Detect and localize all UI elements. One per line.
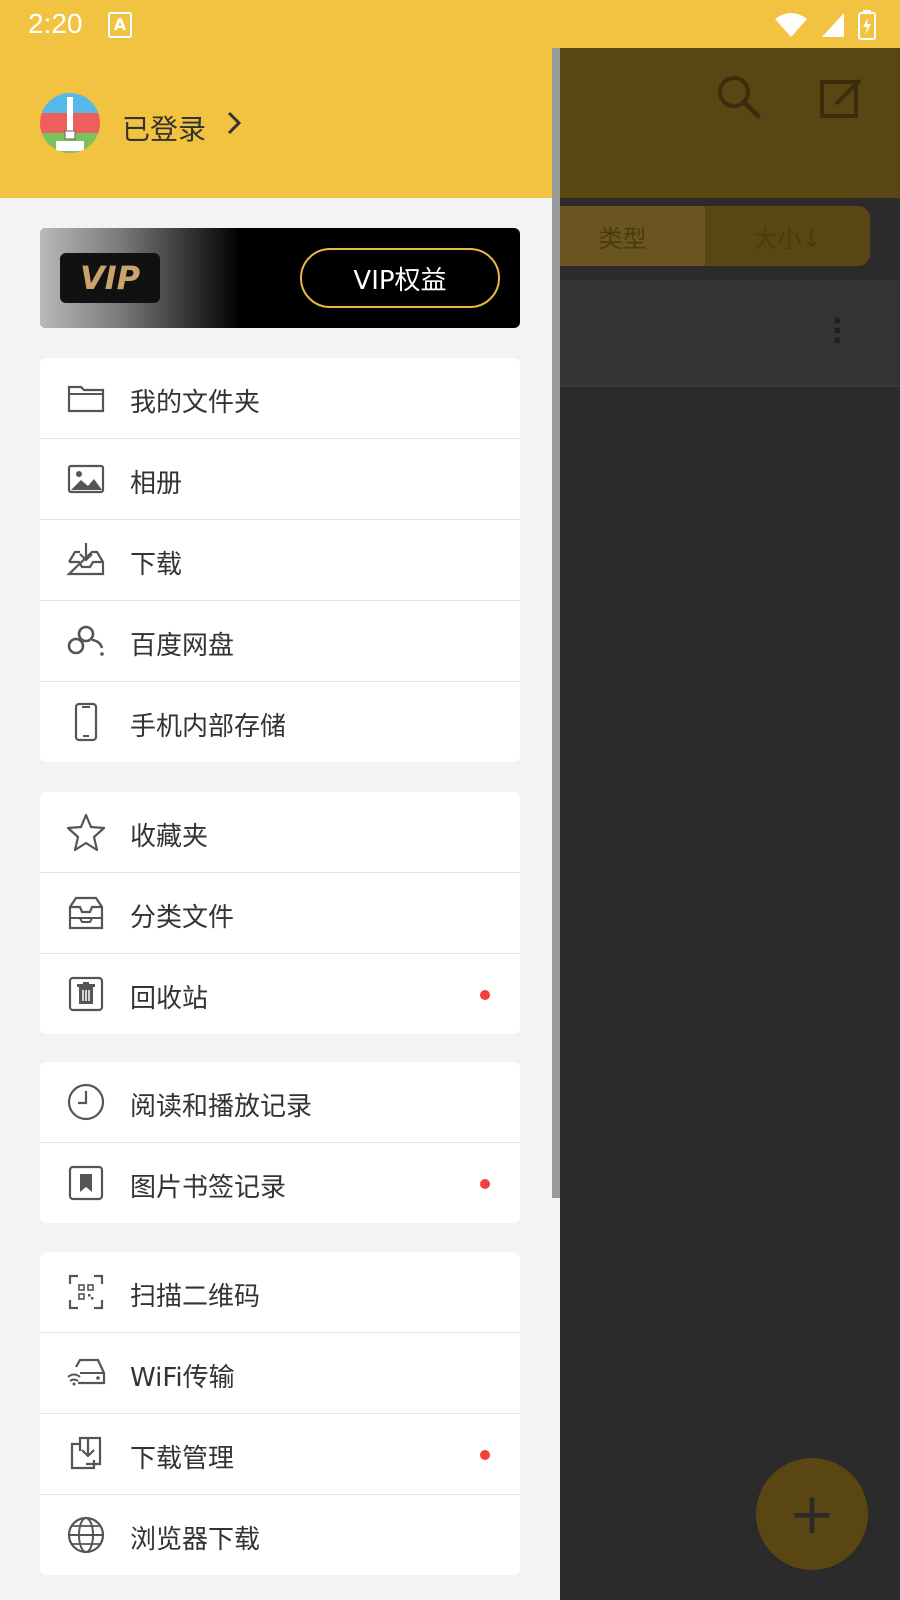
drawer-header: 已登录 [0,48,560,198]
zip-app-icon [40,93,100,153]
notification-dot [480,1450,490,1460]
login-status[interactable]: 已登录 [122,108,206,148]
bookmark-icon [66,1163,106,1203]
avatar[interactable] [40,93,100,153]
image-icon [66,459,106,499]
drawer-scrollbar[interactable] [552,48,560,1198]
wifi-icon [775,13,807,37]
more-icon[interactable]: · · · [832,307,843,355]
menu-item-label: 手机内部存储 [130,712,287,742]
notification-letter-icon: A [108,12,132,38]
sort-tabs: 类型 大小↓ [540,206,870,266]
add-button[interactable]: + [756,1458,868,1570]
archive-box-icon [66,893,106,933]
menu-item-label: 收藏夹 [130,822,209,852]
globe-icon [66,1515,106,1555]
menu-item-label: 扫描二维码 [130,1282,261,1312]
menu-item-label: 阅读和播放记录 [130,1092,313,1122]
download-manage-icon [66,1434,106,1474]
vip-banner[interactable]: VIP VIP权益 [40,228,520,328]
menu-item-label: 回收站 [130,984,209,1014]
menu-item-wifi-transfer[interactable]: WiFi传输 [40,1333,520,1414]
file-row[interactable] [560,280,900,387]
phone-icon [66,702,106,742]
menu-item-categorized-files[interactable]: 分类文件 [40,873,520,954]
edit-icon[interactable] [818,76,864,122]
menu-item-label: 图片书签记录 [130,1173,287,1203]
signal-icon [822,13,844,37]
chevron-right-icon[interactable] [224,110,244,136]
menu-item-favorites[interactable]: 收藏夹 [40,792,520,873]
menu-item-internal-storage[interactable]: 手机内部存储 [40,682,520,762]
menu-item-label: 浏览器下载 [130,1525,261,1555]
folder-icon [66,378,106,418]
battery-icon [858,10,876,40]
menu-item-scan-qr[interactable]: 扫描二维码 [40,1252,520,1333]
status-bar: 2:20 A [0,0,900,48]
menu-item-label: 相册 [130,469,183,499]
menu-item-label: 下载 [130,550,183,580]
menu-item-label: 我的文件夹 [130,388,261,418]
menu-item-download[interactable]: 下载 [40,520,520,601]
menu-item-browser-download[interactable]: 浏览器下载 [40,1495,520,1575]
menu-group-history: 阅读和播放记录 图片书签记录 [40,1062,520,1223]
menu-item-my-folder[interactable]: 我的文件夹 [40,358,520,439]
navigation-drawer: 已登录 VIP VIP权益 我的文件夹 相册 下载 百度网盘 手机内部存储 收藏… [0,48,560,1600]
menu-group-tools: 扫描二维码 WiFi传输 下载管理 浏览器下载 [40,1252,520,1575]
status-time: 2:20 [28,8,83,39]
notification-dot [480,1179,490,1189]
menu-item-label: WiFi传输 [130,1363,235,1393]
menu-group-storage: 我的文件夹 相册 下载 百度网盘 手机内部存储 [40,358,520,762]
vip-badge: VIP [60,253,160,303]
menu-item-recycle-bin[interactable]: 回收站 [40,954,520,1034]
menu-item-label: 百度网盘 [130,631,235,661]
menu-item-baidu-netdisk[interactable]: 百度网盘 [40,601,520,682]
menu-item-image-bookmarks[interactable]: 图片书签记录 [40,1143,520,1223]
menu-item-album[interactable]: 相册 [40,439,520,520]
tab-size[interactable]: 大小↓ [705,206,870,266]
menu-item-reading-history[interactable]: 阅读和播放记录 [40,1062,520,1143]
vip-benefits-button[interactable]: VIP权益 [300,248,500,308]
trash-icon [66,974,106,1014]
cloud-icon [66,621,106,661]
wifi-drive-icon [66,1353,106,1393]
status-icons [774,10,876,40]
menu-item-download-manager[interactable]: 下载管理 [40,1414,520,1495]
menu-item-label: 下载管理 [130,1444,235,1474]
search-icon[interactable] [716,74,762,120]
star-icon [66,812,106,852]
qr-scan-icon [66,1272,106,1312]
tab-type[interactable]: 类型 [540,206,705,266]
menu-item-label: 分类文件 [130,903,235,933]
clock-icon [66,1082,106,1122]
download-tray-icon [66,540,106,580]
menu-group-files: 收藏夹 分类文件 回收站 [40,792,520,1034]
notification-dot [480,990,490,1000]
